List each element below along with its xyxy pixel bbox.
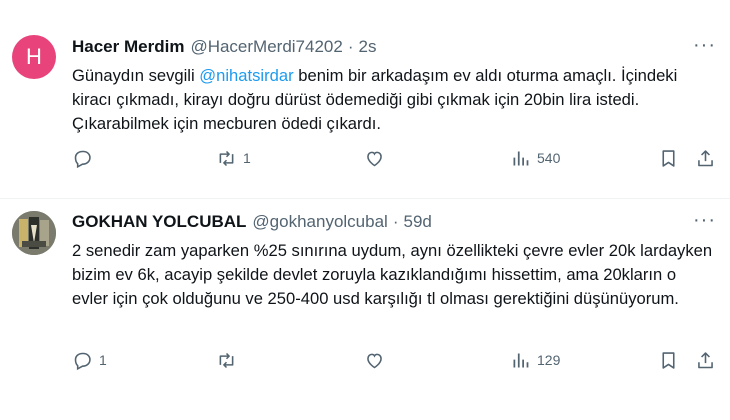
timestamp[interactable]: 59d <box>404 211 432 233</box>
tweet-content: GOKHAN YOLCUBAL @gokhanyolcubal · 59d ··… <box>72 209 716 311</box>
like-icon <box>367 353 382 368</box>
user-handle[interactable]: @HacerMerdi74202 <box>190 36 342 58</box>
views-count: 129 <box>537 352 561 368</box>
views-icon <box>513 353 529 367</box>
retweet-icon <box>219 352 234 368</box>
avatar[interactable] <box>12 211 56 255</box>
tweet-text-part: 2 senedir zam yaparken %25 sınırına uydu… <box>72 241 713 308</box>
tweet[interactable]: GOKHAN YOLCUBAL @gokhanyolcubal · 59d ··… <box>0 199 730 420</box>
retweet-button[interactable] <box>216 350 243 371</box>
tweet-header: GOKHAN YOLCUBAL @gokhanyolcubal · 59d ··… <box>72 209 716 233</box>
views-button[interactable]: 129 <box>510 350 560 371</box>
reply-button[interactable]: 1 <box>72 350 107 371</box>
share-icon <box>698 351 713 368</box>
display-name[interactable]: GOKHAN YOLCUBAL <box>72 211 246 233</box>
retweet-icon <box>219 150 234 166</box>
avatar[interactable]: H <box>12 35 56 79</box>
reply-icon <box>74 150 91 168</box>
reply-button[interactable] <box>72 148 99 169</box>
timestamp[interactable]: 2s <box>359 36 377 58</box>
retweet-button[interactable]: 1 <box>216 148 251 169</box>
retweet-count: 1 <box>243 150 251 166</box>
bookmark-icon <box>662 351 675 369</box>
mention-link[interactable]: @nihatsirdar <box>199 66 293 85</box>
share-button[interactable] <box>695 350 716 371</box>
more-icon[interactable]: ··· <box>693 209 716 231</box>
bookmark-button[interactable] <box>658 350 679 371</box>
share-icon <box>698 149 713 166</box>
like-button[interactable] <box>364 350 391 371</box>
views-button[interactable]: 540 <box>510 148 560 169</box>
more-icon[interactable]: ··· <box>693 34 716 56</box>
share-button[interactable] <box>695 148 716 169</box>
tweet-content: Hacer Merdim @HacerMerdi74202 · 2s ··· G… <box>72 34 716 136</box>
user-handle[interactable]: @gokhanyolcubal <box>252 211 387 233</box>
reply-count: 1 <box>99 352 107 368</box>
bookmark-button[interactable] <box>658 148 679 169</box>
tweet-text: 2 senedir zam yaparken %25 sınırına uydu… <box>72 239 716 311</box>
tweet[interactable]: H Hacer Merdim @HacerMerdi74202 · 2s ···… <box>0 0 730 199</box>
tweet-text-part: Günaydın sevgili <box>72 66 200 85</box>
bookmark-icon <box>662 149 675 167</box>
avatar-letter: H <box>26 44 42 69</box>
display-name[interactable]: Hacer Merdim <box>72 36 184 58</box>
tweet-header: Hacer Merdim @HacerMerdi74202 · 2s ··· <box>72 34 716 58</box>
views-icon <box>513 151 529 165</box>
avatar-image <box>12 211 56 255</box>
separator-dot: · <box>347 37 354 56</box>
views-count: 540 <box>537 150 561 166</box>
reply-icon <box>74 352 91 370</box>
like-button[interactable] <box>364 148 391 169</box>
separator-dot: · <box>392 212 399 231</box>
like-icon <box>367 151 382 166</box>
tweet-text: Günaydın sevgili @nihatsirdar benim bir … <box>72 64 716 136</box>
